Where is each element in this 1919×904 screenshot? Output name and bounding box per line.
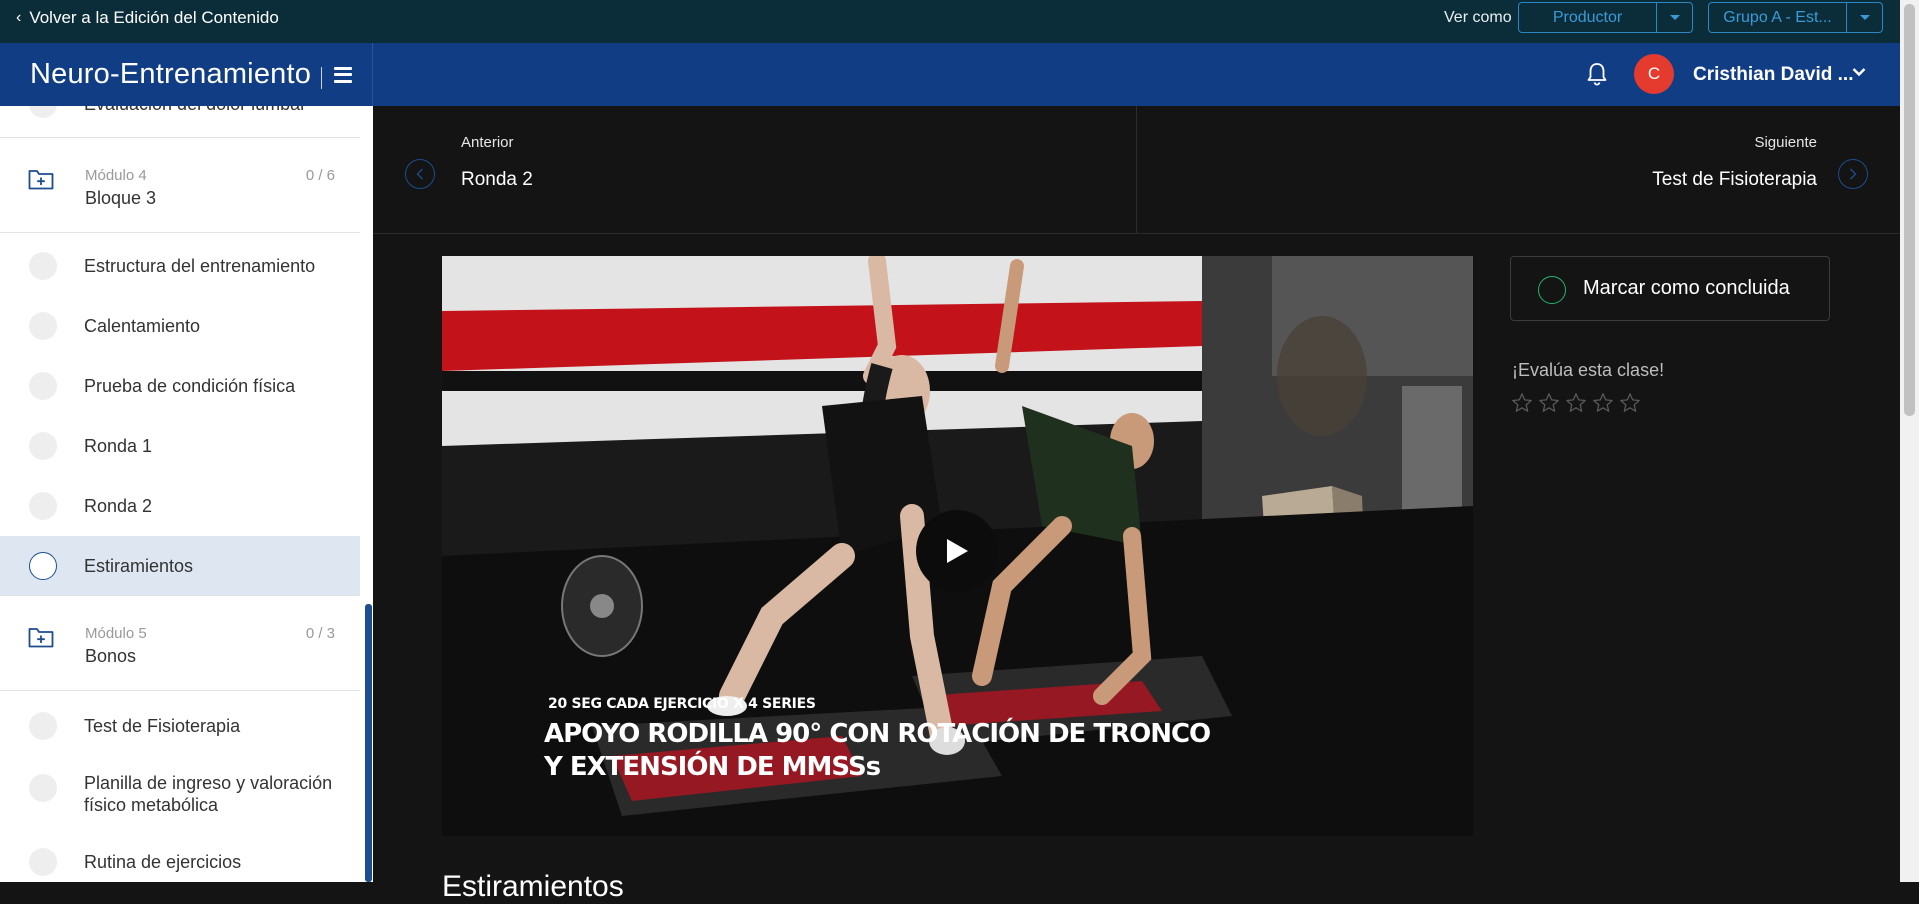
chevron-down-icon[interactable] (1846, 3, 1882, 32)
page-scroll-thumb[interactable] (1904, 4, 1915, 416)
lesson-item[interactable]: Prueba de condición física (0, 356, 360, 416)
play-icon (947, 539, 968, 563)
lesson-status-icon (29, 774, 57, 802)
next-label: Siguiente (1754, 134, 1817, 151)
chevron-left-icon (416, 168, 423, 180)
play-button[interactable] (916, 510, 998, 592)
module-progress: 0 / 6 (305, 167, 335, 184)
chevron-down-icon[interactable] (1852, 67, 1866, 77)
page-scrollbar[interactable] (1900, 0, 1919, 882)
chevron-left-icon: ‹ (16, 9, 22, 26)
lesson-item[interactable]: Ronda 2 (0, 476, 360, 536)
lesson-navigation: Anterior Ronda 2 Siguiente Test de Fisio… (373, 106, 1900, 234)
lesson-title: Evaluación del dolor lumbar (84, 106, 306, 115)
lesson-status-icon (29, 252, 57, 280)
star-icon[interactable] (1538, 392, 1560, 414)
lesson-status-icon (29, 372, 57, 400)
video-player[interactable]: 20 SEG CADA EJERCICIO X 4 SERIES APOYO R… (442, 256, 1473, 836)
previous-lesson-title[interactable]: Ronda 2 (461, 169, 533, 191)
star-icon[interactable] (1592, 392, 1614, 414)
lesson-status-icon (29, 492, 57, 520)
module-label: Módulo 5 (85, 625, 147, 642)
lesson-item-active[interactable]: Estiramientos (0, 536, 360, 596)
course-sidebar: Evaluación del dolor lumbar Módulo 4 Blo… (0, 106, 373, 882)
lesson-title: Calentamiento (84, 316, 201, 336)
top-bar: ‹ Volver a la Edición del Contenido Ver … (0, 0, 1900, 43)
role-select[interactable]: Productor (1518, 2, 1693, 33)
lesson-item[interactable]: Evaluación del dolor lumbar (0, 106, 360, 134)
bell-icon[interactable] (1585, 61, 1609, 87)
lesson-status-icon (29, 848, 57, 876)
video-caption-small: 20 SEG CADA EJERCICIO X 4 SERIES (548, 696, 816, 712)
rating-stars[interactable] (1511, 392, 1641, 414)
module-header[interactable]: Módulo 4 Bloque 3 0 / 6 (0, 137, 360, 233)
video-caption-line-2: Y EXTENSIÓN DE MMSSs (544, 752, 881, 782)
brand-divider (321, 66, 323, 89)
lesson-item[interactable]: Estructura del entrenamiento (0, 236, 360, 296)
module-label: Módulo 4 (85, 167, 147, 184)
complete-status-icon (1538, 276, 1566, 304)
back-to-edit-link[interactable]: ‹ Volver a la Edición del Contenido (16, 0, 279, 36)
folder-plus-icon (28, 170, 54, 190)
lesson-title: Ronda 1 (84, 436, 153, 456)
lesson-title: Ronda 2 (84, 496, 153, 516)
lesson-item[interactable]: Test de Fisioterapia (0, 696, 360, 756)
lesson-title: Estructura del entrenamiento (84, 256, 316, 276)
user-name[interactable]: Cristhian David ... (1693, 43, 1853, 106)
lesson-status-icon (29, 712, 57, 740)
previous-label: Anterior (461, 134, 514, 151)
star-icon[interactable] (1619, 392, 1641, 414)
module-progress: 0 / 3 (305, 625, 335, 642)
course-brand[interactable]: Neuro-Entrenamiento (30, 58, 311, 91)
chevron-right-icon (1850, 168, 1857, 180)
lesson-title: Rutina de ejercicios (84, 852, 242, 872)
previous-lesson-button[interactable] (405, 159, 435, 189)
group-select[interactable]: Grupo A - Est... (1708, 2, 1883, 33)
next-lesson-button[interactable] (1838, 159, 1868, 189)
lesson-content: Anterior Ronda 2 Siguiente Test de Fisio… (373, 106, 1900, 903)
lesson-status-icon (29, 312, 57, 340)
lesson-item[interactable]: Ronda 1 (0, 416, 360, 476)
menu-icon[interactable] (334, 66, 353, 83)
chevron-down-icon[interactable] (1656, 3, 1692, 32)
lesson-title: Test de Fisioterapia (84, 716, 241, 736)
group-select-value: Grupo A - Est... (1723, 8, 1832, 26)
module-title: Bonos (85, 646, 137, 666)
folder-plus-icon (28, 628, 54, 648)
lesson-item[interactable]: Rutina de ejercicios (0, 832, 360, 882)
rate-class-label: ¡Evalúa esta clase! (1512, 360, 1665, 380)
lesson-status-icon (29, 552, 57, 580)
mark-complete-label: Marcar como concluida (1583, 277, 1790, 299)
view-as-label: Ver como (1444, 9, 1512, 26)
lesson-title: Planilla de ingreso y valoración físico … (84, 773, 333, 815)
lesson-status-icon (29, 106, 57, 118)
module-header[interactable]: Módulo 5 Bonos 0 / 3 (0, 595, 360, 691)
video-caption-line-1: APOYO RODILLA 90° CON ROTACIÓN DE TRONCO (544, 719, 1211, 749)
app-header: Neuro-Entrenamiento C Cristhian David ..… (0, 43, 1900, 106)
brand-area: Neuro-Entrenamiento (0, 43, 373, 106)
lesson-status-icon (29, 432, 57, 460)
next-lesson-title[interactable]: Test de Fisioterapia (1652, 169, 1817, 191)
lesson-title: Prueba de condición física (84, 376, 296, 396)
star-icon[interactable] (1511, 392, 1533, 414)
nav-divider (1136, 106, 1137, 234)
lesson-title-heading: Estiramientos (442, 870, 624, 903)
lesson-item[interactable]: Calentamiento (0, 296, 360, 356)
lesson-title: Estiramientos (84, 556, 194, 576)
avatar[interactable]: C (1634, 54, 1674, 94)
sidebar-scroll-thumb[interactable] (365, 604, 372, 882)
back-link-label: Volver a la Edición del Contenido (29, 8, 279, 27)
mark-complete-button[interactable]: Marcar como concluida (1510, 256, 1830, 321)
lesson-item[interactable]: Planilla de ingreso y valoración físico … (0, 756, 360, 832)
module-title: Bloque 3 (85, 188, 157, 208)
role-select-value: Productor (1552, 8, 1623, 26)
star-icon[interactable] (1565, 392, 1587, 414)
